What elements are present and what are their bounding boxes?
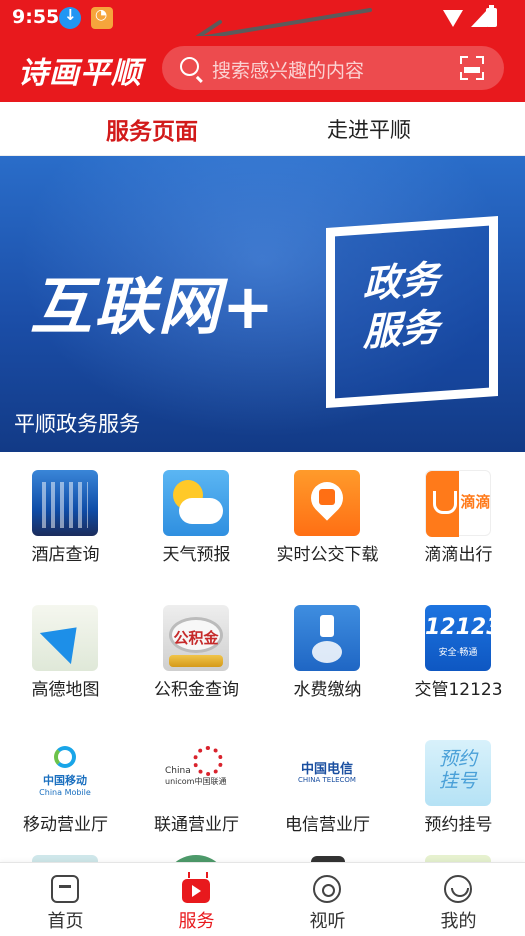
connectivity-icons [443,8,487,27]
search-input[interactable]: 搜索感兴趣的内容 [212,56,364,83]
nav-home[interactable]: 首页 [0,863,131,936]
wifi-icon [443,10,463,27]
hotel-icon [32,470,98,536]
service-didi[interactable]: 滴滴 滴滴出行 [393,452,524,587]
service-label: 滴滴出行 [424,545,493,565]
smile-profile-icon [444,875,472,903]
service-china-mobile[interactable]: 中国移动 China Mobile 移动营业厅 [0,722,131,857]
service-label: 预约挂号 [424,815,493,835]
tab-enter-pingshun[interactable]: 走进平顺 [327,114,411,144]
weather-icon [163,470,229,536]
scan-icon[interactable] [460,56,484,80]
service-water-fee[interactable]: 水费缴纳 [262,587,393,722]
service-label: 实时公交下载 [276,545,379,565]
service-traffic[interactable]: 12123 安全·畅通 交管12123 [393,587,524,722]
bus-icon [294,470,360,536]
china-telecom-icon: 中国电信 CHINA TELECOM [294,740,360,806]
service-grid: 酒店查询 天气预报 实时公交下载 滴滴 滴滴出行 高德地图 公积金 公积金查询 … [0,452,525,862]
service-label: 水费缴纳 [293,680,362,700]
service-gaode[interactable]: 高德地图 [0,587,131,722]
nav-label: 首页 [47,911,84,932]
china-mobile-icon: 中国移动 China Mobile [32,740,98,806]
service-bus[interactable]: 实时公交下载 [262,452,393,587]
service-label: 天气预报 [162,545,231,565]
status-time: 9:55 [12,6,60,28]
nav-listen[interactable]: 视听 [262,863,393,936]
banner-box-text: 政务服务 [363,257,440,355]
search-bar[interactable]: 搜索感兴趣的内容 [162,46,504,90]
search-icon [180,57,199,76]
service-hotel[interactable]: 酒店查询 [0,452,131,587]
banner-headline: 互联网+ [30,270,276,343]
top-tabs: 服务页面 走进平顺 [0,102,525,156]
tv-play-icon [182,879,210,903]
service-weather[interactable]: 天气预报 [131,452,262,587]
service-label: 移动营业厅 [23,815,108,835]
banner-caption: 平顺政务服务 [14,412,140,436]
didi-icon: 滴滴 [425,470,491,537]
partial-service-icon[interactable] [32,855,98,862]
gaode-map-icon [32,605,98,671]
service-housing-fund[interactable]: 公积金 公积金查询 [131,587,262,722]
banner[interactable]: 互联网+ 政务服务 平顺政务服务 [0,156,525,452]
download-notification-icon [59,6,81,29]
service-label: 高德地图 [31,680,100,700]
service-label: 酒店查询 [31,545,100,565]
app-header: 诗画平顺 搜索感兴趣的内容 [0,36,525,102]
china-unicom-icon: China unicom中国联通 [163,740,229,806]
service-label: 公积金查询 [154,680,239,700]
nav-service[interactable]: 服务 [131,863,262,936]
service-label: 电信营业厅 [285,815,370,835]
water-fee-icon [294,605,360,671]
service-china-telecom[interactable]: 中国电信 CHINA TELECOM 电信营业厅 [262,722,393,857]
cell-signal-icon [471,10,487,27]
partial-service-icon[interactable] [425,855,491,862]
nav-label: 我的 [440,911,477,932]
appointment-icon: 预约挂号 [425,740,491,806]
battery-icon [486,5,497,27]
service-label: 联通营业厅 [154,815,239,835]
service-china-unicom[interactable]: China unicom中国联通 联通营业厅 [131,722,262,857]
banner-frame: 政务服务 [326,215,498,409]
housing-fund-icon: 公积金 [163,605,229,671]
timer-notification-icon [91,7,113,29]
app-logo: 诗画平顺 [18,56,142,91]
nav-label: 视听 [309,911,346,932]
home-icon [51,875,79,903]
tab-service-page[interactable]: 服务页面 [106,112,198,146]
service-label: 交管12123 [414,680,503,700]
traffic-12123-icon: 12123 安全·畅通 [425,605,502,671]
service-appointment[interactable]: 预约挂号 预约挂号 [393,722,524,857]
bottom-nav: 首页 服务 视听 我的 [0,862,525,936]
nav-label: 服务 [178,911,215,932]
nav-mine[interactable]: 我的 [393,863,524,936]
status-bar: 9:55 [0,0,525,36]
listen-icon [313,875,341,903]
